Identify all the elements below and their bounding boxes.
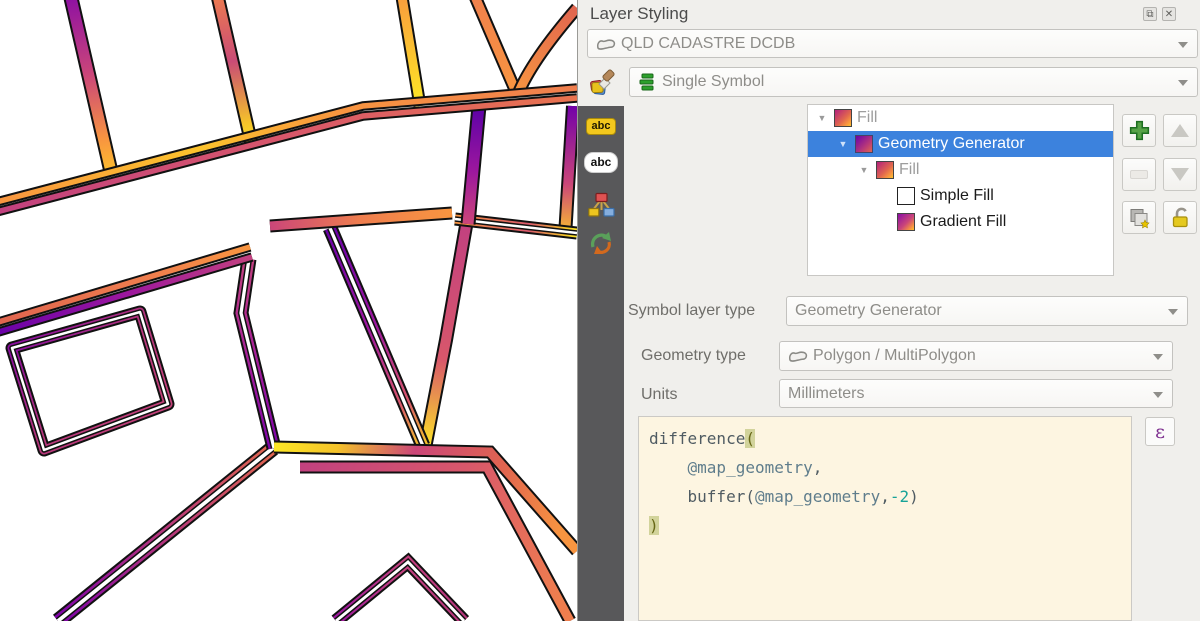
style-mode-select[interactable]: Single Symbol: [629, 67, 1198, 97]
symbol-layer-label: Geometry Generator: [878, 135, 1025, 153]
symbol-layer-label: Fill: [899, 161, 919, 179]
expression-line: buffer(@map_geometry,-2): [649, 482, 1121, 511]
up-arrow-icon: [1171, 124, 1189, 137]
tree-expander-icon[interactable]: ▼: [816, 113, 828, 123]
history-arrows-icon: [587, 230, 615, 258]
units-label: Units: [641, 386, 677, 404]
symbol-swatch: [855, 135, 873, 153]
symbol-swatch: [897, 187, 915, 205]
units-select[interactable]: Millimeters: [779, 379, 1173, 408]
road-main-diag-lower: [0, 98, 577, 215]
tab-labels[interactable]: abc: [578, 118, 624, 135]
symbol-layer-label: Fill: [857, 109, 877, 127]
geometry-type-select[interactable]: Polygon / MultiPolygon: [779, 341, 1173, 371]
panel-title: Layer Styling: [590, 4, 688, 24]
symbol-layer-tree[interactable]: ▼Fill▼Geometry Generator▼FillSimple Fill…: [807, 104, 1114, 276]
symbol-tree-row[interactable]: Gradient Fill: [808, 209, 1113, 235]
chevron-down-icon: [1178, 42, 1188, 48]
open-lock-icon: [1169, 206, 1192, 229]
add-symbol-layer-button[interactable]: [1122, 114, 1156, 147]
symbol-layer-label: Simple Fill: [920, 187, 994, 205]
tab-masks[interactable]: abc: [578, 153, 624, 172]
road-triangle-left: [330, 228, 423, 446]
tree-expander-icon[interactable]: ▼: [837, 139, 849, 149]
move-up-button[interactable]: [1163, 114, 1197, 147]
qgis-window: Layer Styling ⧉ ✕ QLD CADASTRE DCDB abc: [0, 0, 1200, 621]
lock-color-button[interactable]: [1163, 201, 1197, 234]
layer-styling-panel: Layer Styling ⧉ ✕ QLD CADASTRE DCDB abc: [577, 0, 1200, 621]
road-y-downleft: [58, 448, 273, 621]
expression-line: difference(: [649, 424, 1121, 453]
road-top-curve: [518, 8, 577, 94]
layer-selector-value: QLD CADASTRE DCDB: [621, 35, 795, 53]
road-main-diag-lower: [0, 98, 577, 215]
map-canvas[interactable]: [0, 0, 577, 621]
road-road-b: [215, 0, 252, 146]
expression-line: @map_geometry,: [649, 453, 1121, 482]
symbol-layer-type-select[interactable]: Geometry Generator: [786, 296, 1188, 326]
masks-icon: abc: [585, 153, 618, 172]
float-panel-icon[interactable]: ⧉: [1143, 7, 1157, 21]
chevron-down-icon: [1153, 354, 1163, 360]
road-road-a: [68, 0, 112, 176]
duplicate-symbol-layer-button[interactable]: [1122, 201, 1156, 234]
symbol-layer-type-value: Geometry Generator: [795, 302, 942, 320]
geometry-type-label: Geometry type: [641, 347, 746, 365]
chevron-down-icon: [1153, 392, 1163, 398]
symbol-tree-row[interactable]: ▼ Fill: [808, 105, 1113, 131]
symbol-layer-type-label: Symbol layer type: [628, 302, 755, 320]
symbol-swatch: [834, 109, 852, 127]
expression-dialog-button[interactable]: ε: [1145, 417, 1175, 446]
polygon-layer-icon: [596, 37, 617, 51]
expression-line: ): [649, 511, 1121, 540]
remove-symbol-layer-button[interactable]: [1122, 158, 1156, 191]
move-down-button[interactable]: [1163, 158, 1197, 191]
close-panel-icon[interactable]: ✕: [1162, 7, 1176, 21]
polygon-geometry-icon: [788, 349, 809, 363]
road-purple-vertical: [468, 106, 479, 224]
labels-icon: abc: [586, 118, 617, 135]
duplicate-icon: [1128, 207, 1150, 229]
minus-icon: [1130, 170, 1148, 179]
paintbrush-icon: [586, 67, 618, 99]
symbol-layer-label: Gradient Fill: [920, 213, 1006, 231]
epsilon-icon: ε: [1155, 421, 1165, 443]
symbol-swatch: [897, 213, 915, 231]
diagram-icon: [588, 191, 615, 218]
symbol-tree-row[interactable]: ▼ Fill: [808, 157, 1113, 183]
styling-tabstrip: abc abc: [578, 106, 624, 621]
symbol-swatch: [876, 161, 894, 179]
symbol-tree-row[interactable]: ▼ Geometry Generator: [808, 131, 1113, 157]
units-value: Millimeters: [788, 385, 864, 403]
tab-history[interactable]: [578, 230, 624, 258]
down-arrow-icon: [1171, 168, 1189, 181]
tree-expander-icon[interactable]: ▼: [858, 165, 870, 175]
symbol-tree-row[interactable]: Simple Fill: [808, 183, 1113, 209]
style-mode-value: Single Symbol: [662, 73, 764, 91]
chevron-down-icon: [1168, 309, 1178, 315]
road-triangle-right: [425, 226, 466, 448]
layer-selector[interactable]: QLD CADASTRE DCDB: [587, 29, 1198, 58]
geometry-expression-editor[interactable]: difference( @map_geometry, buffer(@map_g…: [638, 416, 1132, 621]
single-symbol-icon: [638, 73, 657, 91]
geometry-type-value: Polygon / MultiPolygon: [813, 347, 976, 365]
chevron-down-icon: [1178, 80, 1188, 86]
tab-symbology[interactable]: [583, 62, 621, 104]
plus-icon: [1129, 120, 1150, 141]
tab-diagrams[interactable]: [578, 191, 624, 218]
